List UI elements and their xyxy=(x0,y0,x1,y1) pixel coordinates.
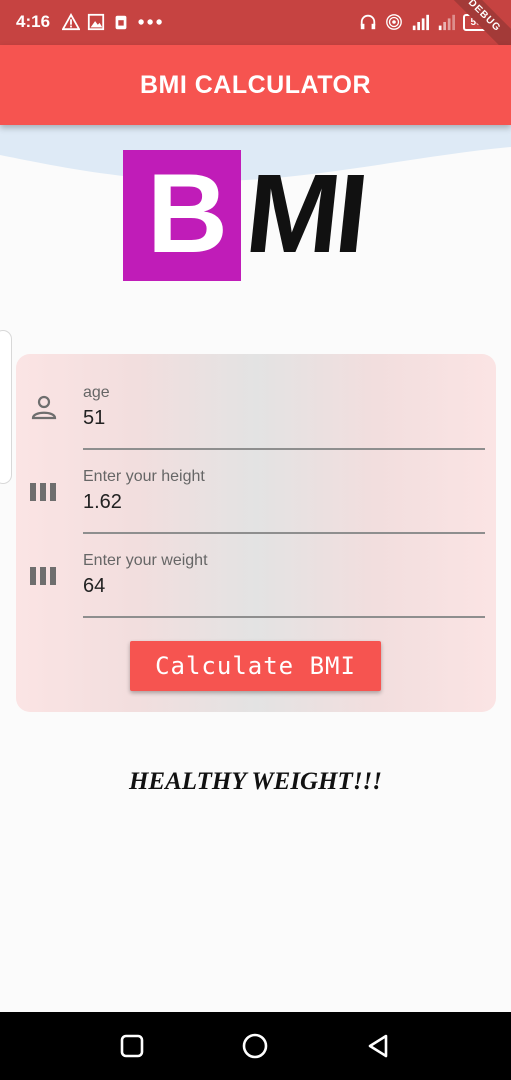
bars-icon xyxy=(30,567,56,585)
app-bar: BMI CALCULATOR xyxy=(0,45,511,125)
edge-drawer-handle[interactable] xyxy=(0,330,12,484)
height-field[interactable]: Enter your height 1.62 xyxy=(16,438,496,534)
age-input[interactable]: 51 xyxy=(83,407,105,430)
weight-label: Enter your weight xyxy=(83,552,208,569)
headset-icon xyxy=(360,14,376,30)
calculate-bmi-button[interactable]: Calculate BMI xyxy=(130,641,381,691)
back-triangle-icon[interactable] xyxy=(364,1032,392,1060)
bmi-form-card: age 51 Enter your height 1.62 Enter your… xyxy=(16,354,496,712)
home-circle-icon[interactable] xyxy=(241,1032,269,1060)
status-bar: 4:16 DEBUG xyxy=(0,0,511,62)
bmi-result-text: HEALTHY WEIGHT!!! xyxy=(128,768,383,795)
logo-letters-mi: MI xyxy=(240,151,371,276)
bmi-logo: B MI xyxy=(123,150,383,282)
weight-underline xyxy=(83,616,485,618)
image-icon xyxy=(87,13,105,31)
bars-icon xyxy=(30,483,56,501)
recents-square-icon[interactable] xyxy=(118,1032,146,1060)
height-label: Enter your height xyxy=(83,468,205,485)
warning-icon xyxy=(62,13,80,31)
notification-icons xyxy=(62,13,165,31)
more-dots-icon xyxy=(138,19,162,25)
signal-icon xyxy=(438,14,455,31)
system-nav-bar xyxy=(0,1012,511,1080)
height-input[interactable]: 1.62 xyxy=(83,491,122,514)
age-field[interactable]: age 51 xyxy=(16,354,496,450)
signal-4g-icon xyxy=(412,14,429,31)
hotspot-icon xyxy=(386,14,402,30)
app-title: BMI CALCULATOR xyxy=(139,70,372,99)
weight-input[interactable]: 64 xyxy=(83,575,105,598)
weight-field[interactable]: Enter your weight 64 xyxy=(16,522,496,618)
status-time: 4:16 xyxy=(16,12,51,31)
app-notification-icon xyxy=(115,15,127,30)
person-icon xyxy=(31,395,57,420)
age-label: age xyxy=(83,384,110,401)
logo-letter-b: B xyxy=(147,151,228,276)
